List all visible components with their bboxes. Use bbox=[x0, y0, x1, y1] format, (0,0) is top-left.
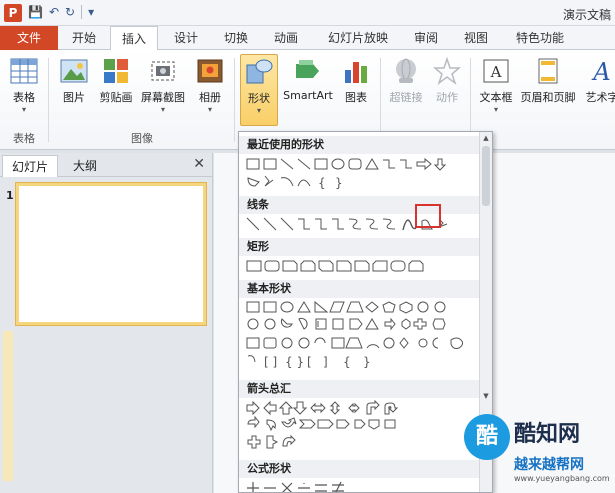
save-icon[interactable]: 💾 bbox=[28, 5, 43, 19]
svg-text:}: } bbox=[335, 176, 343, 190]
action-button: 动作 bbox=[430, 54, 464, 105]
tab-outline[interactable]: 大纲 bbox=[60, 155, 110, 177]
smartart-icon bbox=[296, 60, 319, 78]
basic-shape-icons: [ ] { }[ ]{ } bbox=[246, 300, 464, 369]
block-arrows-rows[interactable] bbox=[245, 400, 481, 449]
tab-insert[interactable]: 插入 bbox=[110, 26, 158, 51]
tab-file[interactable]: 文件 bbox=[0, 26, 58, 50]
equation-shapes-row[interactable] bbox=[245, 480, 481, 492]
picture-button[interactable]: 图片 bbox=[56, 54, 92, 105]
header-footer-icon bbox=[538, 58, 558, 84]
group-label-table: 表格 bbox=[13, 132, 35, 145]
slides-pane-tabs: 幻灯片 大纲 ✕ bbox=[0, 153, 213, 177]
tab-home[interactable]: 开始 bbox=[62, 26, 106, 50]
smartart-button[interactable]: SmartArt bbox=[282, 54, 334, 102]
section-recent-shapes: 最近使用的形状 bbox=[239, 136, 479, 154]
scroll-up-arrow-icon[interactable]: ▲ bbox=[480, 132, 492, 144]
svg-text:[: [ bbox=[307, 355, 312, 369]
shapes-dropdown: 最近使用的形状 {} 线条 矩形 基本形状 [] {} [] {} 箭头… bbox=[238, 131, 493, 493]
group-label-images: 图像 bbox=[131, 132, 153, 145]
equation-shape-icons bbox=[247, 481, 344, 492]
group-separator bbox=[234, 58, 235, 142]
textbox-icon: A bbox=[483, 59, 509, 83]
block-arrow-icons bbox=[246, 400, 399, 449]
tab-special-features[interactable]: 特色功能 bbox=[506, 26, 574, 50]
qat-more-icon[interactable]: ▾ bbox=[88, 5, 94, 19]
svg-text:}: } bbox=[363, 355, 371, 369]
redo-icon[interactable]: ↻ bbox=[65, 5, 75, 19]
watermark-subtitle: 越来越帮网 bbox=[514, 457, 584, 473]
recent-shapes-row[interactable]: {} bbox=[245, 156, 481, 190]
section-lines: 线条 bbox=[239, 196, 479, 214]
group-separator bbox=[380, 58, 381, 142]
wordart-icon: A bbox=[591, 58, 610, 86]
tab-animations[interactable]: 动画 bbox=[264, 26, 308, 50]
watermark-title: 酷知网 bbox=[514, 422, 581, 447]
svg-text:{: { bbox=[343, 355, 351, 369]
watermark: 酷 酷知网 越来越帮网 www.yueyangbang.com bbox=[464, 410, 614, 490]
shapes-button[interactable]: 形状 ▾ bbox=[240, 54, 278, 126]
quick-access-toolbar: 💾 ↶ ↻ ▾ bbox=[28, 5, 94, 19]
tab-design[interactable]: 设计 bbox=[164, 26, 208, 50]
window-title: 演示文稿 bbox=[562, 8, 611, 22]
wordart-button[interactable]: A 艺术字 bbox=[582, 54, 615, 105]
header-footer-button[interactable]: 页眉和页脚 bbox=[518, 54, 578, 105]
recent-shapes-icons: {} bbox=[246, 157, 447, 190]
lines-row[interactable] bbox=[245, 216, 481, 234]
selected-curve-shape-highlight[interactable] bbox=[415, 204, 441, 228]
rectangles-row[interactable] bbox=[245, 258, 481, 276]
tab-slides[interactable]: 幻灯片 bbox=[2, 155, 58, 177]
svg-text:{: { bbox=[318, 176, 326, 190]
section-rectangles: 矩形 bbox=[239, 238, 479, 256]
picture-icon bbox=[60, 59, 88, 83]
svg-text:]: ] bbox=[323, 355, 328, 369]
rectangle-icons bbox=[246, 260, 424, 272]
group-separator bbox=[470, 58, 471, 142]
svg-text:[ ]: [ ] bbox=[264, 355, 277, 369]
tab-view[interactable]: 视图 bbox=[454, 26, 498, 50]
hyperlink-button: 超链接 bbox=[386, 54, 426, 105]
screenshot-icon bbox=[151, 61, 175, 81]
table-icon bbox=[10, 58, 38, 84]
clipart-icon bbox=[104, 59, 128, 83]
screenshot-button[interactable]: 屏幕截图 ▾ bbox=[138, 54, 188, 114]
scroll-thumb[interactable] bbox=[482, 146, 490, 206]
table-button[interactable]: 表格 ▾ bbox=[6, 54, 42, 114]
close-pane-icon[interactable]: ✕ bbox=[193, 156, 205, 172]
section-basic-shapes: 基本形状 bbox=[239, 280, 479, 298]
section-block-arrows: 箭头总汇 bbox=[239, 380, 479, 398]
qat-separator bbox=[81, 5, 83, 19]
tab-slideshow[interactable]: 幻灯片放映 bbox=[318, 26, 398, 50]
section-equation-shapes: 公式形状 bbox=[239, 460, 479, 478]
album-button[interactable]: 相册 ▾ bbox=[192, 54, 228, 114]
photo-album-icon bbox=[197, 59, 223, 83]
shapes-icon bbox=[246, 59, 273, 84]
slide-number: 1 bbox=[6, 189, 14, 202]
action-star-icon bbox=[432, 56, 462, 86]
tab-review[interactable]: 审阅 bbox=[404, 26, 448, 50]
powerpoint-app-icon[interactable]: P bbox=[4, 4, 22, 22]
chart-button[interactable]: 图表 bbox=[338, 54, 374, 105]
ribbon-tabs: 文件 开始 插入 设计 切换 动画 幻灯片放映 审阅 视图 特色功能 bbox=[0, 26, 615, 51]
lines-icons bbox=[246, 217, 448, 231]
globe-link-icon bbox=[396, 58, 416, 83]
title-bar: P 💾 ↶ ↻ ▾ 演示文稿 bbox=[0, 0, 615, 26]
svg-text:A: A bbox=[591, 58, 610, 86]
svg-text:{ }: { } bbox=[285, 355, 304, 369]
group-separator bbox=[48, 58, 49, 142]
slide-thumbnail[interactable] bbox=[15, 182, 207, 326]
slide-pane-accent bbox=[3, 331, 13, 481]
svg-text:A: A bbox=[490, 63, 502, 81]
tab-transitions[interactable]: 切换 bbox=[214, 26, 258, 50]
clipart-button[interactable]: 剪贴画 bbox=[96, 54, 136, 105]
chart-icon bbox=[345, 62, 367, 83]
watermark-logo-icon: 酷 bbox=[464, 414, 510, 460]
undo-icon[interactable]: ↶ bbox=[49, 5, 59, 19]
scroll-down-arrow-icon[interactable]: ▼ bbox=[480, 390, 492, 402]
basic-shapes-rows[interactable]: [ ] { }[ ]{ } bbox=[245, 300, 481, 369]
slides-pane: 幻灯片 大纲 ✕ 1 bbox=[0, 153, 213, 493]
watermark-url: www.yueyangbang.com bbox=[514, 474, 610, 483]
textbox-button[interactable]: A 文本框 ▾ bbox=[476, 54, 516, 114]
